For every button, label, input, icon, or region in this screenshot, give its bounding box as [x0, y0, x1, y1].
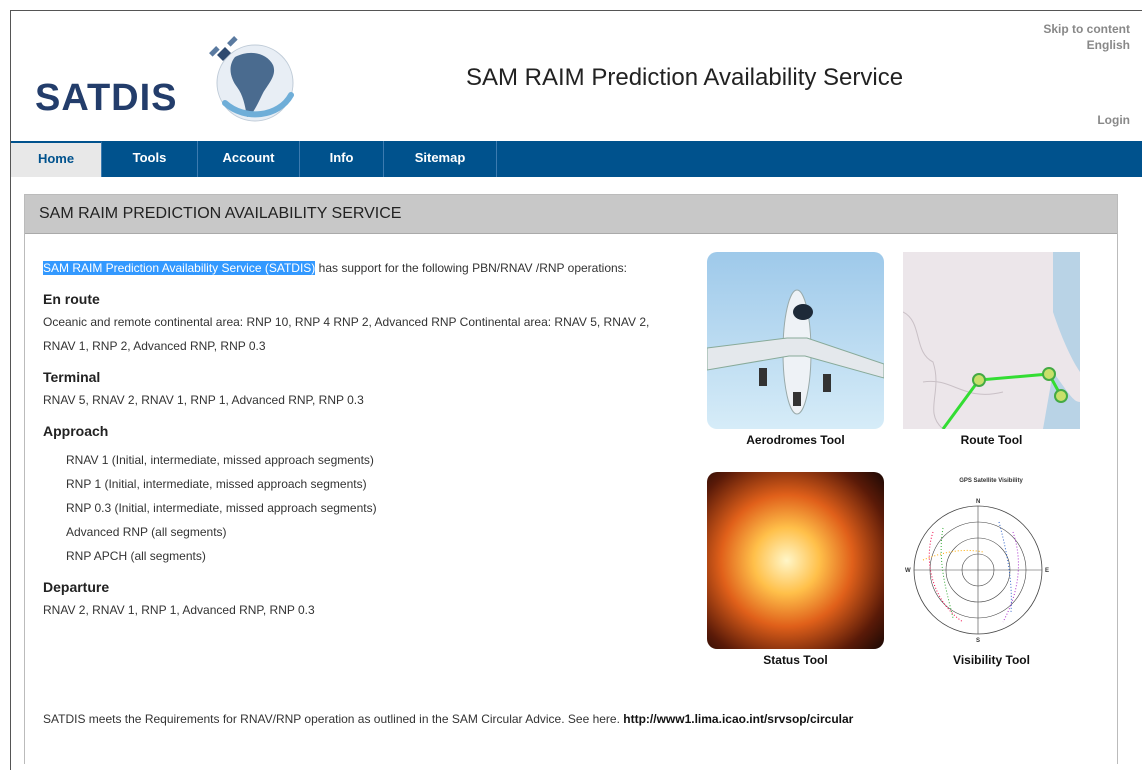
panel-heading: SAM RAIM PREDICTION AVAILABILITY SERVICE: [25, 195, 1117, 234]
route-tool[interactable]: Route Tool: [903, 252, 1080, 447]
compass-n: N: [976, 499, 980, 505]
globe-satellite-icon: [209, 36, 294, 122]
language-link[interactable]: English: [1043, 37, 1130, 53]
tool-label: Route Tool: [960, 433, 1023, 447]
section-terminal: Terminal RNAV 5, RNAV 2, RNAV 1, RNP 1, …: [43, 366, 683, 412]
intro-paragraph: SAM RAIM Prediction Availability Service…: [43, 256, 683, 280]
section-departure: Departure RNAV 2, RNAV 1, RNP 1, Advance…: [43, 576, 683, 622]
list-item: Advanced RNP (all segments): [66, 525, 227, 539]
compass-w: W: [905, 568, 911, 574]
enroute-text: Oceanic and remote continental area: RNP…: [43, 315, 650, 353]
compass-s: S: [976, 638, 980, 644]
route-map-icon: [903, 252, 1080, 429]
list-item: RNP 1 (Initial, intermediate, missed app…: [66, 477, 367, 491]
enroute-title: En route: [43, 291, 100, 307]
tool-label: Status Tool: [763, 653, 828, 667]
terminal-title: Terminal: [43, 369, 101, 385]
visibility-tool[interactable]: GPS Satellite Visibility N E S W Visibil…: [903, 472, 1080, 667]
aerodromes-tool[interactable]: Aerodromes Tool: [707, 252, 884, 447]
list-item: RNP APCH (all segments): [66, 549, 206, 563]
satellite-visibility-plot[interactable]: GPS Satellite Visibility N E S W: [903, 472, 1080, 649]
airplane-image[interactable]: [707, 252, 884, 429]
plot-title: GPS Satellite Visibility: [959, 478, 1023, 484]
approach-list: RNAV 1 (Initial, intermediate, missed ap…: [43, 448, 683, 568]
site-title: SAM RAIM Prediction Availability Service: [466, 64, 904, 91]
route-map-image[interactable]: [903, 252, 1080, 429]
logo-text: SATDIS: [35, 77, 178, 119]
departure-title: Departure: [43, 579, 110, 595]
nav-tools[interactable]: Tools: [102, 141, 198, 177]
main-content: SAM RAIM Prediction Availability Service…: [43, 256, 683, 622]
compass-e: E: [1045, 568, 1049, 574]
status-tool[interactable]: Status Tool: [707, 472, 884, 667]
nav-info[interactable]: Info: [300, 141, 384, 177]
login-link[interactable]: Login: [1097, 113, 1130, 127]
list-item: RNP 0.3 (Initial, intermediate, missed a…: [66, 501, 377, 515]
circular-link[interactable]: http://www1.lima.icao.int/srvsop/circula…: [623, 712, 853, 726]
satdis-logo[interactable]: SATDIS: [35, 33, 305, 133]
approach-title: Approach: [43, 423, 109, 439]
airplane-icon: [707, 289, 884, 415]
section-approach: Approach RNAV 1 (Initial, intermediate, …: [43, 420, 683, 568]
nav-sitemap[interactable]: Sitemap: [384, 141, 497, 177]
intro-text: has support for the following PBN/RNAV /…: [315, 261, 628, 275]
tool-label: Visibility Tool: [953, 653, 1030, 667]
footer-note: SATDIS meets the Requirements for RNAV/R…: [43, 712, 853, 726]
tool-label: Aerodromes Tool: [746, 433, 845, 447]
selected-text: SAM RAIM Prediction Availability Service…: [43, 261, 316, 275]
nav-home[interactable]: Home: [11, 141, 102, 177]
departure-text: RNAV 2, RNAV 1, RNP 1, Advanced RNP, RNP…: [43, 603, 315, 617]
sun-image[interactable]: [707, 472, 884, 649]
section-enroute: En route Oceanic and remote continental …: [43, 288, 683, 358]
nav-account[interactable]: Account: [198, 141, 300, 177]
main-nav: Home Tools Account Info Sitemap: [11, 141, 1142, 177]
site-header: SATDIS SAM RAIM Prediction Availability …: [11, 11, 1142, 141]
polar-plot-icon: GPS Satellite Visibility N E S W: [905, 478, 1049, 644]
list-item: RNAV 1 (Initial, intermediate, missed ap…: [66, 453, 374, 467]
footer-text: SATDIS meets the Requirements for RNAV/R…: [43, 712, 624, 726]
skip-to-content-link[interactable]: Skip to content: [1043, 21, 1130, 37]
terminal-text: RNAV 5, RNAV 2, RNAV 1, RNP 1, Advanced …: [43, 393, 364, 407]
